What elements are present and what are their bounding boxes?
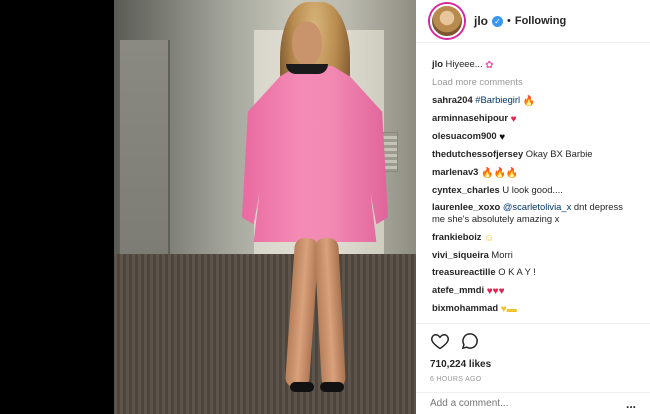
comment-row: olesuacom900 ♥ [432, 130, 636, 143]
comment-row: marlenav3 🔥🔥🔥 [432, 166, 636, 179]
comment-row: bixmohammad ♥▬ [432, 302, 636, 315]
flame-emoji-icon: 🔥 [505, 167, 519, 179]
like-count[interactable]: 710,224 likes [430, 359, 636, 370]
load-more-comments-button[interactable]: Load more comments [432, 76, 636, 88]
comment-row: laurenlee_xoxo @scarletolivia_x dnt depr… [432, 201, 636, 225]
heart-red-emoji-icon: ♥ [498, 285, 505, 297]
comment-mention-link[interactable]: #Barbiegirl [475, 94, 520, 105]
more-options-icon[interactable]: ... [626, 397, 636, 411]
comment-row: thedutchessofjersey Okay BX Barbie [432, 148, 636, 160]
comment-username[interactable]: cyntex_charles [432, 184, 500, 195]
comment-row: sahra204 #Barbiegirl 🔥 [432, 94, 636, 107]
photo-collar [286, 64, 328, 74]
comment-username[interactable]: vivi_siqueira [432, 249, 489, 260]
comment-username[interactable]: olesuacom900 [432, 130, 497, 141]
avatar[interactable] [430, 4, 464, 38]
caption: jlo Hiyeee... ✿ [432, 58, 636, 71]
comment-row: atefe_mmdi ♥♥♥ [432, 284, 636, 297]
comment-text: Morri [491, 248, 513, 260]
emoji-box-emoji-icon: ▬ [506, 303, 517, 315]
comment-username[interactable]: thedutchessofjersey [432, 148, 523, 159]
comments-list[interactable]: jlo Hiyeee... ✿ Load more comments sahra… [416, 50, 650, 324]
comment-row: frankieboiz ☺ [432, 231, 636, 244]
photo-face [292, 22, 322, 66]
heart-red-emoji-icon: ♥ [510, 113, 517, 125]
caption-username[interactable]: jlo [432, 58, 443, 69]
comment-username[interactable]: treasureactille [432, 266, 496, 277]
comment-row: treasureactille O K A Y ! [432, 266, 636, 278]
like-heart-icon[interactable] [430, 331, 450, 351]
comment-row: vivi_siqueira Morri [432, 249, 636, 261]
comment-text: Okay BX Barbie [525, 148, 593, 160]
comment-row: arminnasehipour ♥ [432, 112, 636, 125]
flame-emoji-icon: 🔥 [493, 167, 506, 179]
grin-emoji-icon: ☺ [484, 232, 495, 244]
following-button[interactable]: Following [515, 15, 566, 27]
comment-text: U look good.... [502, 184, 563, 196]
post-actions: 710,224 likes 6 HOURS AGO [416, 323, 650, 383]
verified-icon: ✓ [492, 15, 503, 27]
comment-row: cyntex_charles U look good.... [432, 184, 636, 196]
add-comment-input[interactable] [430, 398, 610, 409]
comment-username[interactable]: arminnasehipour [432, 112, 508, 123]
comment-bubble-icon[interactable] [460, 331, 480, 351]
post-timestamp[interactable]: 6 HOURS AGO [430, 376, 636, 383]
flower-emoji-icon: ✿ [485, 60, 494, 71]
heart-black-emoji-icon: ♥ [499, 132, 506, 144]
photo-floor [114, 254, 416, 414]
comment-username[interactable]: atefe_mmdi [432, 284, 484, 295]
modal-backdrop-left [0, 0, 114, 414]
post-side-panel: jlo ✓ • Following jlo Hiyeee... ✿ Load m… [416, 0, 650, 414]
comment-username[interactable]: marlenav3 [432, 166, 478, 177]
header-username[interactable]: jlo [474, 14, 488, 28]
post-header: jlo ✓ • Following [416, 0, 650, 43]
comment-username[interactable]: sahra204 [432, 94, 473, 105]
flame-emoji-icon: 🔥 [481, 167, 494, 179]
comment-mention-link[interactable]: @scarletolivia_x [503, 201, 571, 212]
flame-emoji-icon: 🔥 [522, 95, 536, 107]
post-photo[interactable] [114, 0, 416, 414]
photo-shoe-left [290, 382, 314, 392]
caption-text: Hiyeee... [445, 58, 483, 69]
comment-text: O K A Y ! [498, 266, 536, 278]
add-comment-bar: ... [416, 392, 650, 414]
photo-shoe-right [320, 382, 344, 392]
comment-username[interactable]: bixmohammad [432, 302, 498, 313]
comment-username[interactable]: frankieboiz [432, 231, 482, 242]
separator-dot: • [507, 15, 511, 27]
comment-username[interactable]: laurenlee_xoxo [432, 201, 500, 212]
